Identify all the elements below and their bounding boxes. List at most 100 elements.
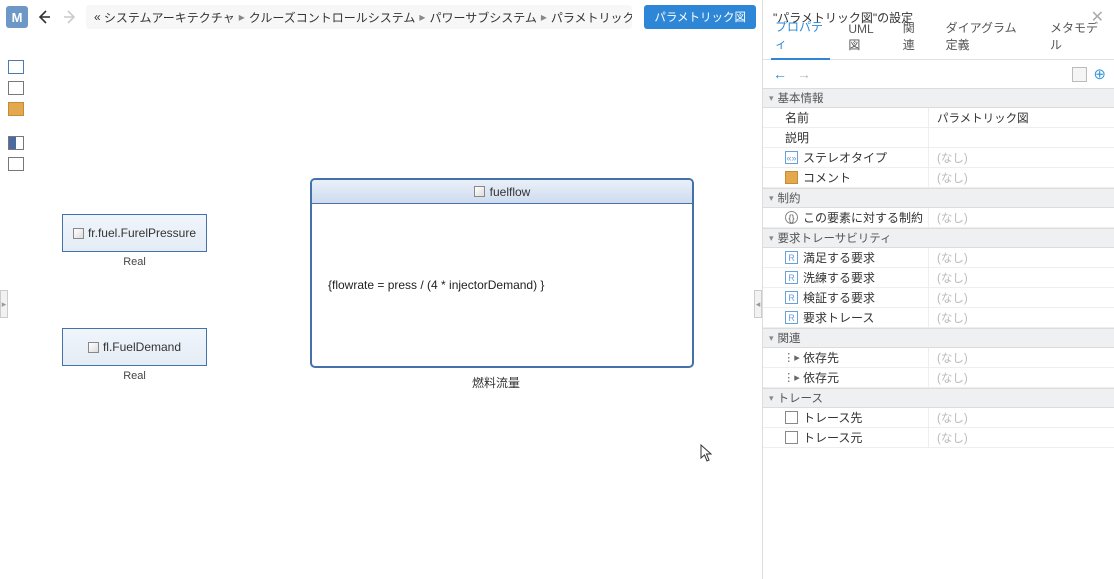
property-value[interactable] xyxy=(929,128,1114,147)
property-value[interactable]: (なし) xyxy=(929,208,1114,227)
property-key: 説明 xyxy=(763,128,929,147)
block-icon xyxy=(88,342,99,353)
properties-panel: "パラメトリック図"の設定 ✕ プロパティ UML図 関連 ダイアグラム定義 メ… xyxy=(762,0,1114,579)
property-key: R要求トレース xyxy=(763,308,929,327)
right-panel-collapse-handle[interactable]: ◂ xyxy=(754,290,762,318)
block-type-label: Real xyxy=(62,370,207,382)
nav-back-icon[interactable] xyxy=(34,7,54,27)
workspace: fr.fuel.FurelPressure Real fl.FuelDemand… xyxy=(0,34,762,579)
rq-icon: R xyxy=(785,251,798,264)
tool-rect-icon[interactable] xyxy=(8,81,24,95)
top-toolbar: M « システムアーキテクチャ▸ クルーズコントロールシステム▸ パワーサブシス… xyxy=(0,0,762,34)
block-label: fl.FuelDemand xyxy=(103,340,181,354)
property-value[interactable]: (なし) xyxy=(929,408,1114,427)
property-key: ⋮▸依存元 xyxy=(763,368,929,387)
property-key: {}この要素に対する制約 xyxy=(763,208,929,227)
property-value[interactable]: (なし) xyxy=(929,168,1114,187)
st-icon: «» xyxy=(785,151,798,164)
property-key: 名前 xyxy=(763,108,929,127)
dep-icon: ⋮▸ xyxy=(785,371,798,384)
rq-icon: R xyxy=(785,271,798,284)
property-row[interactable]: {}この要素に対する制約(なし) xyxy=(763,208,1114,228)
left-panel-expand-handle[interactable]: ▸ xyxy=(0,290,8,318)
breadcrumb-item[interactable]: クルーズコントロールシステム xyxy=(249,9,416,26)
property-row[interactable]: R洗練する要求(なし) xyxy=(763,268,1114,288)
property-value[interactable]: (なし) xyxy=(929,348,1114,367)
constraint-caption: 燃料流量 xyxy=(472,374,520,391)
main-area: M « システムアーキテクチャ▸ クルーズコントロールシステム▸ パワーサブシス… xyxy=(0,0,762,579)
property-section-header[interactable]: 制約 xyxy=(763,188,1114,208)
property-value[interactable]: (なし) xyxy=(929,428,1114,447)
property-row[interactable]: コメント(なし) xyxy=(763,168,1114,188)
property-key: R洗練する要求 xyxy=(763,268,929,287)
tr-icon xyxy=(785,411,798,424)
property-key: ⋮▸依存先 xyxy=(763,348,929,367)
breadcrumb-item[interactable]: パラメトリック図 xyxy=(551,9,632,26)
panel-toolbar: ← → ⊕ xyxy=(763,60,1114,88)
tab-uml[interactable]: UML図 xyxy=(844,22,884,59)
property-key: トレース先 xyxy=(763,408,929,427)
tab-metamodel[interactable]: メタモデル xyxy=(1046,19,1106,59)
value-property-block[interactable]: fr.fuel.FurelPressure xyxy=(62,214,207,252)
breadcrumb-item[interactable]: システムアーキテクチャ xyxy=(104,9,235,26)
add-icon[interactable]: ⊕ xyxy=(1093,65,1106,83)
property-section-header[interactable]: 要求トレーサビリティ xyxy=(763,228,1114,248)
property-row[interactable]: トレース元(なし) xyxy=(763,428,1114,448)
tab-properties[interactable]: プロパティ xyxy=(771,18,830,60)
history-forward-icon: → xyxy=(795,66,813,82)
block-icon xyxy=(474,186,485,197)
locate-icon[interactable] xyxy=(1072,67,1087,82)
co-icon: {} xyxy=(785,211,798,224)
mouse-cursor-icon xyxy=(700,444,714,462)
breadcrumb[interactable]: « システムアーキテクチャ▸ クルーズコントロールシステム▸ パワーサブシステム… xyxy=(86,5,632,29)
diagram-canvas[interactable]: fr.fuel.FurelPressure Real fl.FuelDemand… xyxy=(32,34,762,579)
properties-body: 基本情報名前パラメトリック図説明«»ステレオタイプ(なし)コメント(なし)制約{… xyxy=(763,88,1114,448)
block-type-label: Real xyxy=(62,256,207,268)
tab-related[interactable]: 関連 xyxy=(899,19,928,59)
property-value[interactable]: パラメトリック図 xyxy=(929,108,1114,127)
property-row[interactable]: R要求トレース(なし) xyxy=(763,308,1114,328)
block-label: fr.fuel.FurelPressure xyxy=(88,226,196,240)
tr-icon xyxy=(785,431,798,444)
breadcrumb-ellipsis: « xyxy=(94,10,101,24)
dep-icon: ⋮▸ xyxy=(785,351,798,364)
property-value[interactable]: (なし) xyxy=(929,288,1114,307)
property-section-header[interactable]: 基本情報 xyxy=(763,88,1114,108)
property-key: R検証する要求 xyxy=(763,288,929,307)
app-logo-icon[interactable]: M xyxy=(6,6,28,28)
property-section-header[interactable]: トレース xyxy=(763,388,1114,408)
tool-rect-filled-icon[interactable] xyxy=(8,102,24,116)
breadcrumb-item[interactable]: パワーサブシステム xyxy=(429,9,536,26)
property-row[interactable]: «»ステレオタイプ(なし) xyxy=(763,148,1114,168)
property-row[interactable]: 名前パラメトリック図 xyxy=(763,108,1114,128)
block-icon xyxy=(73,228,84,239)
property-value[interactable]: (なし) xyxy=(929,248,1114,267)
property-key: トレース元 xyxy=(763,428,929,447)
history-back-icon[interactable]: ← xyxy=(771,66,789,82)
tool-port-icon[interactable] xyxy=(8,136,24,150)
diagram-type-badge: パラメトリック図 xyxy=(644,5,756,29)
property-row[interactable]: トレース先(なし) xyxy=(763,408,1114,428)
property-value[interactable]: (なし) xyxy=(929,268,1114,287)
property-value[interactable]: (なし) xyxy=(929,368,1114,387)
constraint-header: fuelflow xyxy=(312,180,692,204)
property-key: R満足する要求 xyxy=(763,248,929,267)
property-row[interactable]: ⋮▸依存元(なし) xyxy=(763,368,1114,388)
tab-diagram-def[interactable]: ダイアグラム定義 xyxy=(942,19,1032,59)
property-row[interactable]: ⋮▸依存先(なし) xyxy=(763,348,1114,368)
property-row[interactable]: 説明 xyxy=(763,128,1114,148)
tool-rect-outline-icon[interactable] xyxy=(8,60,24,74)
property-value[interactable]: (なし) xyxy=(929,148,1114,167)
constraint-block[interactable]: fuelflow {flowrate = press / (4 * inject… xyxy=(310,178,694,368)
rq-icon: R xyxy=(785,291,798,304)
constraint-expression: {flowrate = press / (4 * injectorDemand)… xyxy=(312,204,692,292)
property-row[interactable]: R検証する要求(なし) xyxy=(763,288,1114,308)
rq-icon: R xyxy=(785,311,798,324)
tool-frame-icon[interactable] xyxy=(8,157,24,171)
property-value[interactable]: (なし) xyxy=(929,308,1114,327)
property-section-header[interactable]: 関連 xyxy=(763,328,1114,348)
property-key: コメント xyxy=(763,168,929,187)
property-row[interactable]: R満足する要求(なし) xyxy=(763,248,1114,268)
value-property-block[interactable]: fl.FuelDemand xyxy=(62,328,207,366)
property-key: «»ステレオタイプ xyxy=(763,148,929,167)
